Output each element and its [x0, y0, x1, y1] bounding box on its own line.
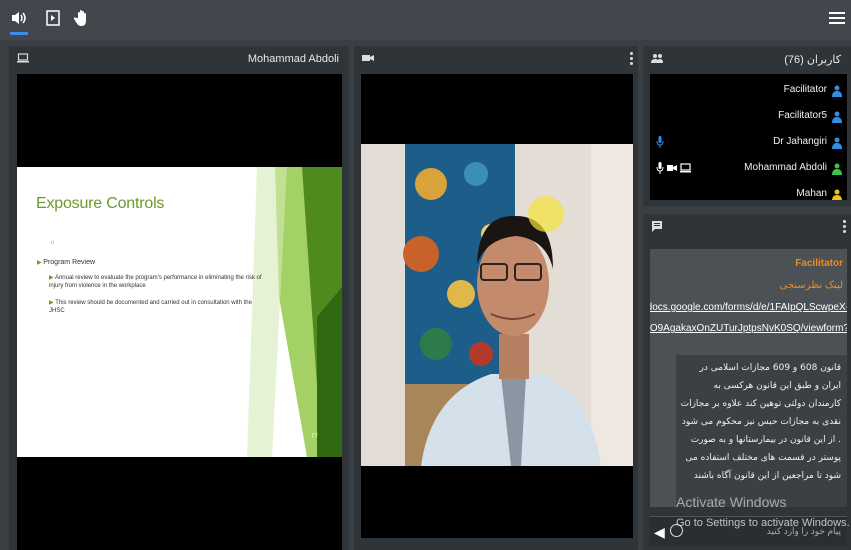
chat-message: قانون 608 و 609 مجازات اسلامی در ایران و… — [676, 355, 847, 507]
user-row[interactable]: Mohammad Abdoli — [650, 156, 847, 182]
slide-sub-bullet-1: ▶ Annual review to evaluate the program'… — [49, 275, 262, 289]
slide: Exposure Controls o ▶ Program Review ▶ A… — [17, 167, 342, 457]
user-status-icons — [656, 162, 691, 174]
video-panel — [354, 46, 638, 550]
user-icon — [832, 84, 842, 97]
user-icon — [832, 136, 842, 149]
chat-link-line-2[interactable]: 3ym5rO9AgakaxOnZUTurJptpsNvK0SQ/viewform… — [650, 323, 847, 334]
camera-icon — [362, 52, 374, 64]
camera-icon — [667, 165, 677, 171]
user-name: Mahan — [796, 188, 827, 199]
speaker-icon[interactable] — [9, 9, 29, 29]
microphone-icon — [656, 136, 664, 148]
video-letterbox-top — [361, 74, 633, 144]
slide-bullet-1: ▶ Program Review — [37, 259, 96, 266]
video-letterbox-bottom — [361, 466, 633, 538]
slide-page-number: 77 — [311, 434, 318, 440]
slide-bullet-1-text: Program Review — [43, 259, 96, 266]
users-icon — [651, 52, 663, 64]
user-name: Facilitator — [783, 84, 827, 95]
chat-messages: Facilitator لینک نظرسنجی ://docs.google.… — [650, 249, 847, 507]
slide-sub-bullet-2-text: This review should be documented and car… — [49, 300, 252, 314]
raise-hand-icon[interactable] — [72, 9, 92, 29]
chat-link-line-1[interactable]: ://docs.google.com/forms/d/e/1FAIpQLScwp… — [650, 302, 847, 313]
activation-watermark-title: Activate Windows — [676, 494, 787, 510]
users-list: Facilitator Facilitator5 Dr Jahangiri Mo… — [650, 74, 847, 200]
user-row[interactable]: Dr Jahangiri — [650, 130, 847, 156]
chat-header — [643, 214, 851, 240]
active-tab-indicator — [10, 32, 28, 35]
video-header — [354, 46, 638, 72]
slide-title: Exposure Controls — [36, 195, 165, 212]
users-panel: کاربران (76) Facilitator Facilitator5 Dr… — [643, 46, 851, 206]
slide-sub-marker: o — [51, 240, 55, 246]
screen-share-icon — [680, 163, 691, 173]
slide-sub-bullet-1-text: Annual review to evaluate the program's … — [49, 275, 262, 289]
user-name: Facilitator5 — [778, 110, 827, 121]
user-row[interactable]: Facilitator — [650, 78, 847, 104]
presentation-panel: Mohammad Abdoli Exposure Controls o ▶ Pr… — [9, 46, 349, 550]
send-icon[interactable]: ◀ — [654, 524, 665, 541]
slide-sub-bullet-2: ▶ This review should be documented and c… — [49, 300, 252, 314]
chat-icon — [651, 220, 663, 232]
microphone-icon — [656, 162, 664, 174]
user-row[interactable]: Mahan — [650, 182, 847, 200]
activation-watermark-text: Go to Settings to activate Windows. — [676, 517, 850, 529]
presentation-header: Mohammad Abdoli — [9, 46, 349, 72]
user-icon — [832, 110, 842, 123]
webcam-frame — [361, 144, 633, 466]
chat-link-label: لینک نظرسنجی — [779, 280, 843, 291]
webcam-video — [361, 144, 633, 466]
video-options-icon[interactable] — [630, 51, 634, 65]
user-name: Dr Jahangiri — [773, 136, 827, 147]
menu-icon[interactable] — [829, 9, 845, 25]
user-row[interactable]: Facilitator5 — [650, 104, 847, 130]
user-icon — [832, 162, 842, 175]
users-count-title: کاربران (76) — [784, 54, 841, 66]
top-toolbar — [0, 0, 851, 40]
user-name: Mohammad Abdoli — [744, 162, 827, 173]
user-icon — [832, 188, 842, 200]
presenter-name: Mohammad Abdoli — [247, 53, 339, 65]
laptop-icon — [17, 52, 29, 64]
chat-sender: Facilitator — [795, 258, 843, 269]
user-status-icons — [656, 136, 664, 148]
users-header: کاربران (76) — [643, 46, 851, 72]
exit-fullscreen-icon[interactable] — [43, 9, 63, 29]
chat-options-icon[interactable] — [843, 219, 847, 233]
